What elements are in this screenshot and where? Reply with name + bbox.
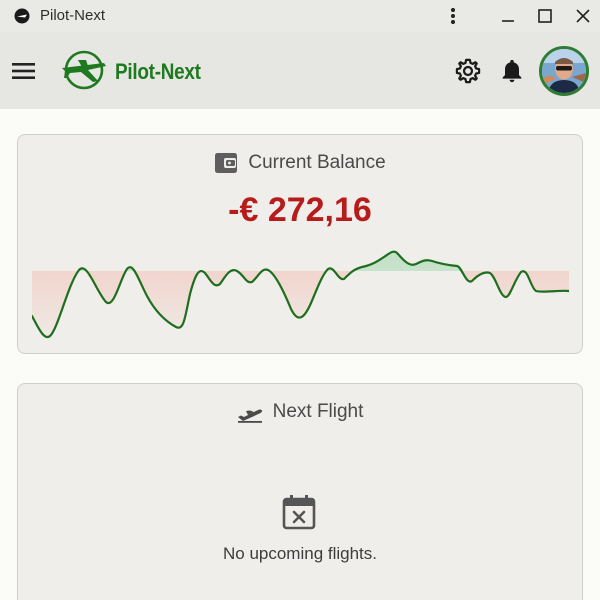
app-icon (14, 8, 30, 24)
airplane-logo-icon (62, 50, 106, 90)
sparkline-area (32, 271, 569, 338)
next-flight-card[interactable]: Next Flight No upcoming flights. (17, 383, 583, 600)
no-flights-message: No upcoming flights. (222, 544, 378, 563)
window-titlebar: Pilot-Next (0, 0, 600, 32)
wallet-icon (215, 153, 238, 173)
balance-sparkline (32, 250, 569, 339)
balance-card-header: Current Balance (18, 152, 582, 174)
app-header: Pilot-Next (0, 32, 600, 109)
balance-card[interactable]: Current Balance -€ 272,16 (17, 134, 583, 354)
brand-name: Pilot-Next (115, 59, 201, 84)
maximize-icon[interactable] (532, 4, 558, 28)
next-flight-header: Next Flight (18, 401, 582, 423)
more-vert-icon[interactable] (440, 4, 466, 28)
menu-icon[interactable] (10, 57, 38, 85)
gear-icon[interactable] (454, 57, 482, 85)
window-title: Pilot-Next (40, 7, 106, 24)
flight-takeoff-icon (237, 409, 262, 423)
balance-title: Current Balance (248, 152, 386, 173)
bell-icon[interactable] (498, 57, 526, 85)
calendar-remove-icon (282, 495, 316, 530)
balance-amount: -€ 272,16 (228, 191, 372, 229)
close-icon[interactable] (570, 4, 596, 28)
avatar[interactable] (539, 46, 589, 96)
next-flight-title: Next Flight (272, 401, 364, 422)
minimize-icon[interactable] (495, 4, 521, 28)
